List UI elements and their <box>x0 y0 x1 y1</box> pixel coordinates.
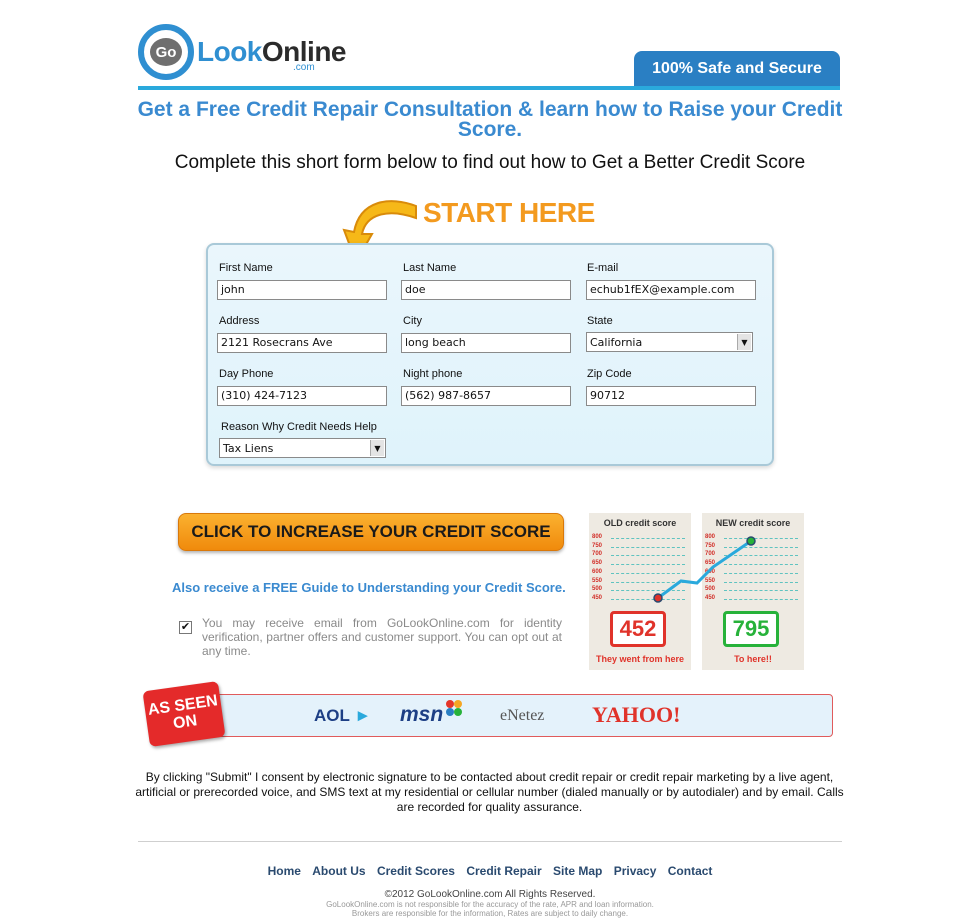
consent-text: By clicking "Submit" I consent by electr… <box>135 770 844 814</box>
footer-link-privacy[interactable]: Privacy <box>614 864 657 878</box>
first-name-label: First Name <box>219 262 273 274</box>
city-field[interactable]: long beach <box>401 333 571 353</box>
enetez-logo: eNetez <box>500 707 545 724</box>
state-label: State <box>587 315 613 327</box>
day-phone-field[interactable]: (310) 424-7123 <box>217 386 387 406</box>
first-name-field[interactable]: john <box>217 280 387 300</box>
disclaimer: GoLookOnline.com is not responsible for … <box>138 900 842 918</box>
msn-logo: msn <box>400 703 444 726</box>
header-divider <box>138 86 840 90</box>
last-name-label: Last Name <box>403 262 457 274</box>
footer-divider <box>138 841 842 842</box>
address-label: Address <box>219 315 260 327</box>
last-name-field[interactable]: doe <box>401 280 571 300</box>
score-trend-line <box>653 536 756 603</box>
badge-line2: ON <box>172 712 199 733</box>
night-phone-label: Night phone <box>403 368 463 380</box>
logo-com: .com <box>293 62 315 73</box>
old-score-caption: They went from here <box>595 654 685 664</box>
optin-text: You may receive email from GoLookOnline.… <box>202 616 562 658</box>
state-select-value: California <box>590 335 643 349</box>
disclaimer-line-2: Brokers are responsible for the informat… <box>351 909 629 918</box>
reason-label: Reason Why Credit Needs Help <box>221 421 377 433</box>
yahoo-logo: YAHOO! <box>592 702 681 727</box>
footer-nav: Home About Us Credit Scores Credit Repai… <box>138 864 842 878</box>
logo-look: Look <box>197 36 262 67</box>
increase-score-button[interactable]: CLICK TO INCREASE YOUR CREDIT SCORE <box>178 513 564 551</box>
reason-select-value: Tax Liens <box>223 441 274 455</box>
footer-link-contact[interactable]: Contact <box>668 864 713 878</box>
dropdown-arrow-icon: ▼ <box>737 334 751 350</box>
footer-link-site-map[interactable]: Site Map <box>553 864 602 878</box>
checkmark-icon: ✔ <box>180 621 191 633</box>
day-phone-label: Day Phone <box>219 368 274 380</box>
free-guide-text: Also receive a FREE Guide to Understandi… <box>172 580 566 595</box>
new-score-caption: To here!! <box>734 654 772 664</box>
footer-link-credit-scores[interactable]: Credit Scores <box>377 864 455 878</box>
aol-logo: AOL ► <box>314 706 371 726</box>
disclaimer-line-1: GoLookOnline.com is not responsible for … <box>326 900 654 909</box>
page-headline: Get a Free Credit Repair Consultation & … <box>137 98 843 141</box>
zip-field[interactable]: 90712 <box>586 386 756 406</box>
night-phone-field[interactable]: (562) 987-8657 <box>401 386 571 406</box>
state-select[interactable]: California ▼ <box>586 332 753 352</box>
footer-link-credit-repair[interactable]: Credit Repair <box>466 864 541 878</box>
footer-link-about[interactable]: About Us <box>312 864 365 878</box>
aol-text: AOL <box>314 706 350 725</box>
optin-checkbox[interactable]: ✔ <box>179 621 192 634</box>
email-field[interactable]: echub1fEX@example.com <box>586 280 756 300</box>
site-logo[interactable]: LookOnline <box>197 36 347 68</box>
copyright: ©2012 GoLookOnline.com All Rights Reserv… <box>384 889 596 900</box>
zip-label: Zip Code <box>587 368 632 380</box>
page-subheadline: Complete this short form below to find o… <box>174 152 806 173</box>
footer-link-home[interactable]: Home <box>268 864 301 878</box>
safe-secure-badge: 100% Safe and Secure <box>634 51 840 87</box>
as-seen-on-bar <box>151 694 833 737</box>
logo-go-badge: Go <box>150 38 182 66</box>
start-here-label: START HERE <box>423 197 595 228</box>
old-score-value: 452 <box>610 611 666 647</box>
dropdown-arrow-icon: ▼ <box>370 440 384 456</box>
address-field[interactable]: 2121 Rosecrans Ave <box>217 333 387 353</box>
msn-butterfly-icon <box>446 700 464 718</box>
city-label: City <box>403 315 422 327</box>
email-label: E-mail <box>587 262 619 274</box>
new-score-value: 795 <box>723 611 779 647</box>
reason-select[interactable]: Tax Liens ▼ <box>219 438 386 458</box>
aol-icon: ► <box>354 706 372 725</box>
as-seen-on-badge: AS SEEN ON <box>142 680 226 748</box>
